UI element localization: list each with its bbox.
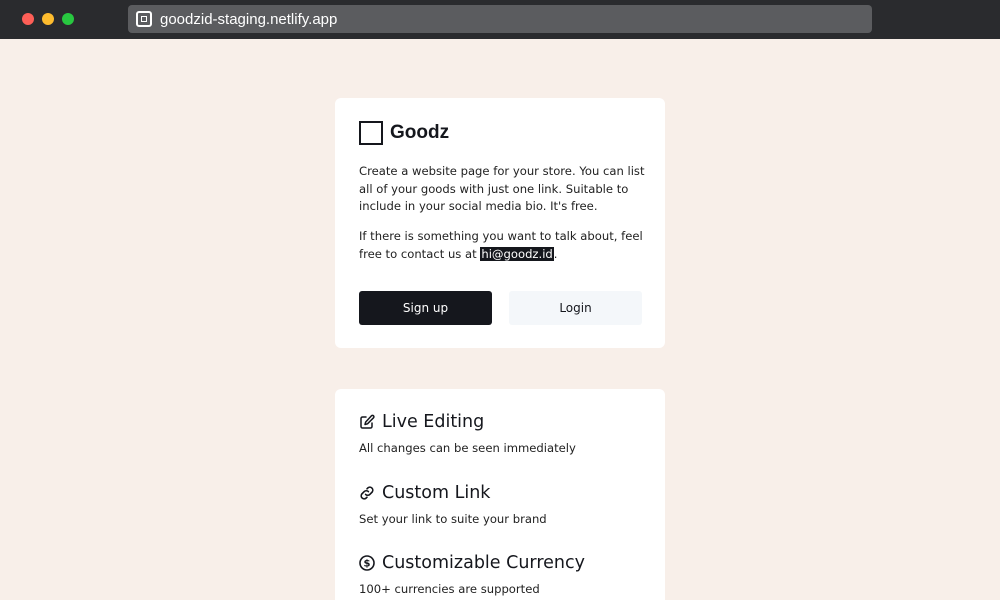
contact-text: If there is something you want to talk a… (359, 228, 649, 263)
feature-custom-link: Custom Link Set your link to suite your … (359, 483, 649, 526)
url-text: goodzid-staging.netlify.app (160, 10, 338, 28)
feature-title: Custom Link (382, 483, 491, 503)
feature-description: All changes can be seen immediately (359, 441, 576, 455)
feature-live-editing: Live Editing All changes can be seen imm… (359, 412, 649, 455)
contact-email-link[interactable]: hi@goodz.id (480, 246, 554, 261)
signup-button[interactable]: Sign up (359, 291, 492, 325)
feature-title: Customizable Currency (382, 553, 585, 573)
features-card: Live Editing All changes can be seen imm… (335, 389, 665, 600)
feature-description: 100+ currencies are supported (359, 582, 540, 596)
intro-card: Goodz Create a website page for your sto… (335, 98, 665, 348)
intro-description: Create a website page for your store. Yo… (359, 164, 645, 213)
close-window-button[interactable] (22, 13, 34, 25)
contact-suffix: . (553, 246, 558, 261)
brand-logo: Goodz (359, 121, 449, 145)
link-icon (360, 486, 374, 500)
logo-square-icon (359, 121, 383, 145)
site-favicon-icon (136, 11, 152, 27)
browser-chrome: goodzid-staging.netlify.app (0, 0, 1000, 39)
dollar-icon: $ (359, 555, 375, 571)
login-button[interactable]: Login (509, 291, 642, 325)
brand-name: Goodz (390, 122, 450, 143)
minimize-window-button[interactable] (42, 13, 54, 25)
maximize-window-button[interactable] (62, 13, 74, 25)
feature-description: Set your link to suite your brand (359, 512, 547, 526)
edit-icon (360, 414, 375, 429)
address-bar[interactable]: goodzid-staging.netlify.app (128, 5, 872, 33)
svg-text:$: $ (364, 559, 371, 570)
feature-currency: $ Customizable Currency 100+ currencies … (359, 553, 649, 596)
feature-title: Live Editing (382, 412, 485, 432)
